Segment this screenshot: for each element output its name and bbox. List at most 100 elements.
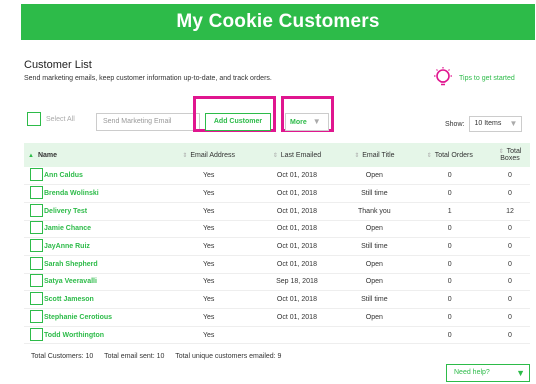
tips-link-group[interactable]: Tips to get started — [432, 66, 515, 90]
table-row[interactable]: Delivery Test Yes Oct 01, 2018 Thank you 1 12 — [24, 202, 530, 221]
column-header-total-boxes[interactable]: ⇕ Total Boxes — [490, 143, 530, 167]
cell-boxes: 0 — [490, 308, 530, 327]
customer-name-link[interactable]: JayAnne Ruiz — [44, 237, 163, 256]
column-header-last-emailed[interactable]: ⇕ Last Emailed — [255, 143, 340, 167]
table-row[interactable]: JayAnne Ruiz Yes Oct 01, 2018 Still time 0 0 — [24, 237, 530, 256]
row-checkbox[interactable] — [30, 186, 43, 200]
need-help-label: Need help? — [454, 369, 490, 376]
row-checkbox[interactable] — [30, 309, 43, 323]
cell-last: Oct 01, 2018 — [254, 202, 340, 221]
cell-last — [254, 326, 340, 345]
page-title: My Cookie Customers — [176, 11, 380, 32]
table-row[interactable]: Stephanie Cerotious Yes Oct 01, 2018 Open 0 0 — [24, 308, 530, 327]
row-checkbox[interactable] — [30, 239, 43, 253]
row-checkbox-cell — [24, 237, 44, 256]
more-label: More — [290, 119, 307, 126]
cell-title: Still time — [339, 290, 410, 309]
table-row[interactable]: Todd Worthington Yes 0 0 — [24, 326, 530, 345]
lightbulb-icon — [434, 67, 452, 86]
table-row[interactable]: Sarah Shepherd Yes Oct 01, 2018 Open 0 0 — [24, 255, 530, 274]
sort-asc-icon: ▲ — [28, 152, 34, 159]
column-header-email-title[interactable]: ⇕ Email Title — [339, 143, 409, 167]
customer-name-link[interactable]: Delivery Test — [44, 202, 163, 221]
cell-title: Still time — [339, 184, 410, 203]
cell-email: Yes — [162, 184, 255, 203]
cell-boxes: 0 — [490, 237, 530, 256]
total-unique-emailed: Total unique customers emailed: 9 — [175, 353, 282, 360]
row-checkbox[interactable] — [30, 327, 43, 341]
customer-name-link[interactable]: Brenda Wolinski — [44, 184, 163, 203]
row-checkbox[interactable] — [30, 292, 43, 306]
total-customers: Total Customers: 10 — [31, 353, 94, 360]
row-checkbox-cell — [24, 184, 44, 203]
column-header-total-orders[interactable]: ⇕ Total Orders — [410, 143, 490, 167]
cell-boxes: 0 — [490, 273, 530, 292]
customer-table: ▲ Name ⇕ Email Address ⇕ Last Emailed ⇕ Emai… — [24, 143, 530, 345]
customer-name-link[interactable]: Scott Jameson — [44, 290, 163, 309]
column-header-email[interactable]: ⇕ Email Address — [163, 143, 255, 167]
customer-list-subtitle: Send marketing emails, keep customer inf… — [24, 75, 272, 82]
cell-boxes: 0 — [490, 326, 530, 345]
cell-orders: 0 — [409, 326, 490, 345]
sort-icon: ⇕ — [182, 152, 188, 159]
table-row[interactable]: Scott Jameson Yes Oct 01, 2018 Still time 0 0 — [24, 290, 530, 309]
cell-boxes: 0 — [490, 290, 530, 309]
tips-link[interactable]: Tips to get started — [459, 75, 515, 82]
cell-email: Yes — [162, 255, 255, 274]
row-checkbox-cell — [24, 290, 44, 309]
chevron-down-icon: ▼ — [312, 117, 321, 126]
cell-last: Oct 01, 2018 — [254, 220, 340, 239]
send-marketing-email-button[interactable]: Send Marketing Email — [96, 113, 200, 131]
table-row[interactable]: Brenda Wolinski Yes Oct 01, 2018 Still time… — [24, 184, 530, 203]
cell-title: Open — [339, 308, 410, 327]
cell-orders: 0 — [409, 167, 490, 186]
select-all[interactable]: Select All — [27, 112, 75, 126]
row-checkbox[interactable] — [30, 256, 43, 270]
sort-icon: ⇕ — [426, 152, 432, 159]
row-checkbox-cell — [24, 273, 44, 292]
cell-title — [339, 326, 410, 345]
cell-boxes: 12 — [490, 202, 530, 221]
cell-orders: 1 — [409, 202, 490, 221]
cell-orders: 0 — [409, 290, 490, 309]
cell-orders: 0 — [409, 237, 490, 256]
sort-icon: ⇕ — [272, 152, 278, 159]
add-customer-button[interactable]: Add Customer — [205, 113, 271, 131]
column-header-name-label: Name — [37, 151, 58, 159]
more-dropdown[interactable]: More ▼ — [285, 113, 329, 131]
cell-boxes: 0 — [490, 167, 530, 186]
row-checkbox-cell — [24, 220, 44, 239]
need-help-dropdown[interactable]: Need help? ▼ — [446, 364, 530, 382]
customer-name-link[interactable]: Stephanie Cerotious — [44, 308, 163, 327]
table-row[interactable]: Satya Veeravalli Yes Sep 18, 2018 Open 0 0 — [24, 273, 530, 292]
customer-name-link[interactable]: Ann Caldus — [44, 167, 163, 186]
cell-boxes: 0 — [490, 220, 530, 239]
row-checkbox[interactable] — [30, 274, 43, 288]
cell-email: Yes — [162, 202, 255, 221]
customer-name-link[interactable]: Jamie Chance — [44, 220, 163, 239]
cell-email: Yes — [162, 220, 255, 239]
row-checkbox[interactable] — [30, 221, 43, 235]
items-per-page-value: 10 Items — [474, 120, 502, 127]
cell-email: Yes — [162, 290, 255, 309]
show-label: Show: — [445, 120, 465, 128]
customer-name-link[interactable]: Sarah Shepherd — [44, 255, 163, 274]
row-checkbox-cell — [24, 308, 44, 327]
table-row[interactable]: Ann Caldus Yes Oct 01, 2018 Open 0 0 — [24, 167, 530, 186]
cell-title: Open — [339, 273, 410, 292]
row-checkbox[interactable] — [30, 168, 43, 182]
customer-name-link[interactable]: Satya Veeravalli — [44, 273, 163, 292]
cell-last: Oct 01, 2018 — [254, 255, 340, 274]
app-header: My Cookie Customers — [21, 4, 535, 40]
cell-email: Yes — [162, 237, 255, 256]
customer-list-heading: Customer List — [24, 59, 92, 71]
customer-name-link[interactable]: Todd Worthington — [44, 326, 163, 345]
cell-title: Open — [339, 167, 410, 186]
items-per-page-select[interactable]: 10 Items ▼ — [469, 116, 523, 132]
select-all-checkbox[interactable] — [27, 112, 41, 126]
column-header-name[interactable]: ▲ Name — [24, 143, 163, 167]
cell-last: Oct 01, 2018 — [254, 167, 340, 186]
table-row[interactable]: Jamie Chance Yes Oct 01, 2018 Open 0 0 — [24, 220, 530, 239]
row-checkbox[interactable] — [30, 203, 43, 217]
row-checkbox-cell — [24, 326, 44, 345]
